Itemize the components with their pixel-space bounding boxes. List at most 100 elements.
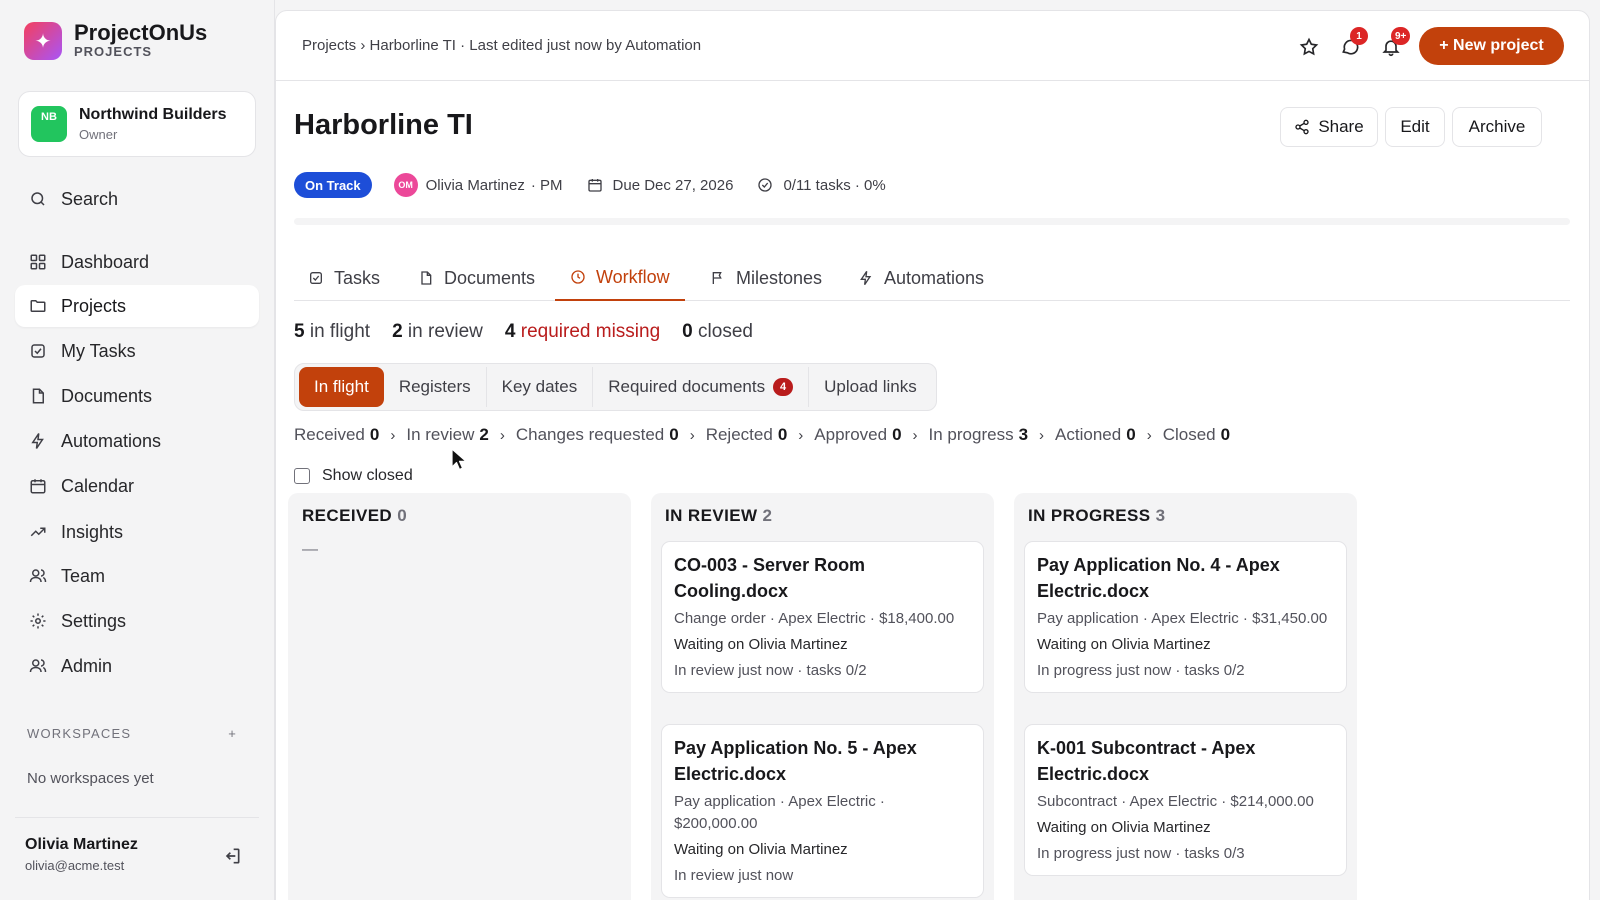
sidebar-item-projects[interactable]: Projects	[15, 285, 259, 327]
workflow-card[interactable]: Pay Application No. 5 - Apex Electric.do…	[661, 724, 984, 898]
edit-button[interactable]: Edit	[1385, 107, 1445, 147]
logout-icon[interactable]	[222, 846, 242, 866]
brand[interactable]: ✦ ProjectOnUs PROJECTS	[24, 22, 207, 60]
pm-role: · PM	[530, 176, 563, 194]
due-date: Due Dec 27, 2026	[612, 176, 734, 194]
calendar-icon	[587, 179, 602, 192]
sidebar-item-insights[interactable]: Insights	[15, 511, 259, 553]
card-footer: In review just now · tasks 0/2	[674, 662, 867, 679]
sidebar-item-calendar[interactable]: Calendar	[15, 465, 259, 507]
file-icon	[421, 271, 432, 285]
segment-label: Required documents	[608, 377, 766, 396]
calendar-icon	[30, 479, 46, 494]
divider	[15, 817, 259, 818]
stage-closed[interactable]: Closed 0	[1163, 425, 1230, 445]
stage-rejected[interactable]: Rejected 0	[706, 425, 788, 445]
required-missing-count[interactable]: 4 required missing	[505, 321, 660, 343]
sidebar-item-team[interactable]: Team	[15, 555, 259, 597]
sidebar-item-label: Calendar	[61, 475, 135, 496]
stage-in-progress[interactable]: In progress 3	[929, 425, 1029, 445]
card-subtitle: Subcontract · Apex Electric · $214,000.0…	[1037, 793, 1314, 810]
card-footer: In progress just now · tasks 0/2	[1037, 662, 1245, 679]
card-title: K-001 Subcontract - Apex Electric.docx	[1037, 738, 1256, 784]
card-waiting: Waiting on Olivia Martinez	[1037, 819, 1211, 836]
add-workspace-button[interactable]: +	[228, 726, 237, 741]
grid-icon	[30, 254, 46, 270]
clock-icon	[571, 270, 585, 284]
notifications-badge: 9+	[1391, 27, 1411, 45]
org-avatar: NB	[31, 106, 67, 142]
topbar: Projects › Harborline TI · Last edited j…	[276, 11, 1589, 81]
tab-label: Tasks	[334, 267, 381, 288]
stage-actioned[interactable]: Actioned 0	[1055, 425, 1136, 445]
segment-key-dates[interactable]: Key dates	[487, 367, 594, 407]
app-subtitle: PROJECTS	[74, 44, 153, 59]
status-badge[interactable]: On Track	[294, 172, 372, 198]
share-button[interactable]: Share	[1280, 107, 1378, 147]
breadcrumb[interactable]: Projects › Harborline TI · Last edited j…	[302, 37, 701, 54]
archive-button[interactable]: Archive	[1452, 107, 1542, 147]
chevron-right-icon: ›	[798, 426, 804, 444]
show-closed-label: Show closed	[322, 467, 413, 484]
stage-in-review[interactable]: In review 2	[406, 425, 489, 445]
mouse-cursor-icon	[451, 448, 467, 471]
segment-in-flight[interactable]: In flight	[299, 367, 384, 407]
stage-changes-requested[interactable]: Changes requested 0	[516, 425, 679, 445]
messages-button[interactable]: 1	[1340, 27, 1368, 57]
show-closed-checkbox[interactable]	[294, 468, 310, 484]
stage-received[interactable]: Received 0	[294, 425, 379, 445]
tab-workflow[interactable]: Workflow	[555, 255, 685, 301]
org-name: Northwind Builders	[79, 106, 227, 123]
tasks-summary: 0/11 tasks · 0%	[783, 176, 886, 194]
sidebar-item-label: Automations	[61, 430, 162, 451]
card-waiting: Waiting on Olivia Martinez	[1037, 636, 1211, 653]
main-panel: Projects › Harborline TI · Last edited j…	[275, 10, 1590, 900]
chevron-right-icon: ›	[499, 426, 505, 444]
column-empty: —	[302, 541, 318, 558]
notifications-button[interactable]: 9+	[1381, 27, 1411, 57]
segment-upload-links[interactable]: Upload links	[809, 367, 932, 407]
tab-automations[interactable]: Automations	[858, 255, 984, 301]
bolt-icon	[31, 433, 44, 449]
sidebar-item-label: Team	[61, 565, 106, 586]
sidebar: ✦ ProjectOnUs PROJECTS NB Northwind Buil…	[0, 0, 275, 900]
page-title: Harborline TI	[294, 109, 473, 141]
tab-label: Documents	[444, 267, 536, 288]
sidebar-item-settings[interactable]: Settings	[15, 600, 259, 642]
flag-icon	[712, 272, 722, 284]
sidebar-item-search[interactable]: Search	[15, 178, 259, 220]
org-switcher[interactable]: NB Northwind Builders Owner	[18, 91, 256, 157]
card-title: Pay Application No. 5 - Apex Electric.do…	[674, 738, 917, 784]
sidebar-item-admin[interactable]: Admin	[15, 645, 259, 687]
segment-required-documents[interactable]: Required documents 4	[593, 367, 810, 407]
star-icon[interactable]	[1299, 37, 1319, 57]
workflow-card[interactable]: Pay Application No. 4 - Apex Electric.do…	[1024, 541, 1347, 693]
tab-documents[interactable]: Documents	[418, 255, 535, 301]
card-subtitle: Pay application · Apex Electric · $200,0…	[674, 793, 885, 832]
file-icon	[32, 388, 44, 404]
show-closed-toggle[interactable]: Show closed	[294, 467, 413, 485]
sidebar-item-label: Admin	[61, 655, 113, 676]
workflow-card[interactable]: CO-003 - Server Room Cooling.docx Change…	[661, 541, 984, 693]
sidebar-item-documents[interactable]: Documents	[15, 375, 259, 417]
sidebar-item-automations[interactable]: Automations	[15, 420, 259, 462]
sidebar-item-my-tasks[interactable]: My Tasks	[15, 330, 259, 372]
workspaces-empty: No workspaces yet	[27, 770, 154, 787]
tab-tasks[interactable]: Tasks	[308, 255, 380, 301]
segment-registers[interactable]: Registers	[384, 367, 487, 407]
workflow-card[interactable]: K-001 Subcontract - Apex Electric.docx S…	[1024, 724, 1347, 876]
sidebar-item-dashboard[interactable]: Dashboard	[15, 241, 259, 283]
workflow-counts: 5 in flight 2 in review 4 required missi…	[294, 321, 753, 343]
card-title: Pay Application No. 4 - Apex Electric.do…	[1037, 555, 1280, 601]
closed-count: 0 closed	[682, 321, 753, 342]
tab-milestones[interactable]: Milestones	[710, 255, 822, 301]
sidebar-item-label: Projects	[61, 295, 127, 316]
project-progress-bar	[294, 218, 1570, 225]
new-project-button[interactable]: + New project	[1419, 27, 1564, 65]
chevron-right-icon: ›	[1146, 426, 1152, 444]
project-meta: On Track OM Olivia Martinez · PM Due Dec…	[294, 171, 886, 199]
gear-icon	[30, 613, 46, 629]
stage-approved[interactable]: Approved 0	[814, 425, 901, 445]
app-name: ProjectOnUs	[74, 20, 208, 45]
sidebar-item-label: Settings	[61, 610, 127, 631]
